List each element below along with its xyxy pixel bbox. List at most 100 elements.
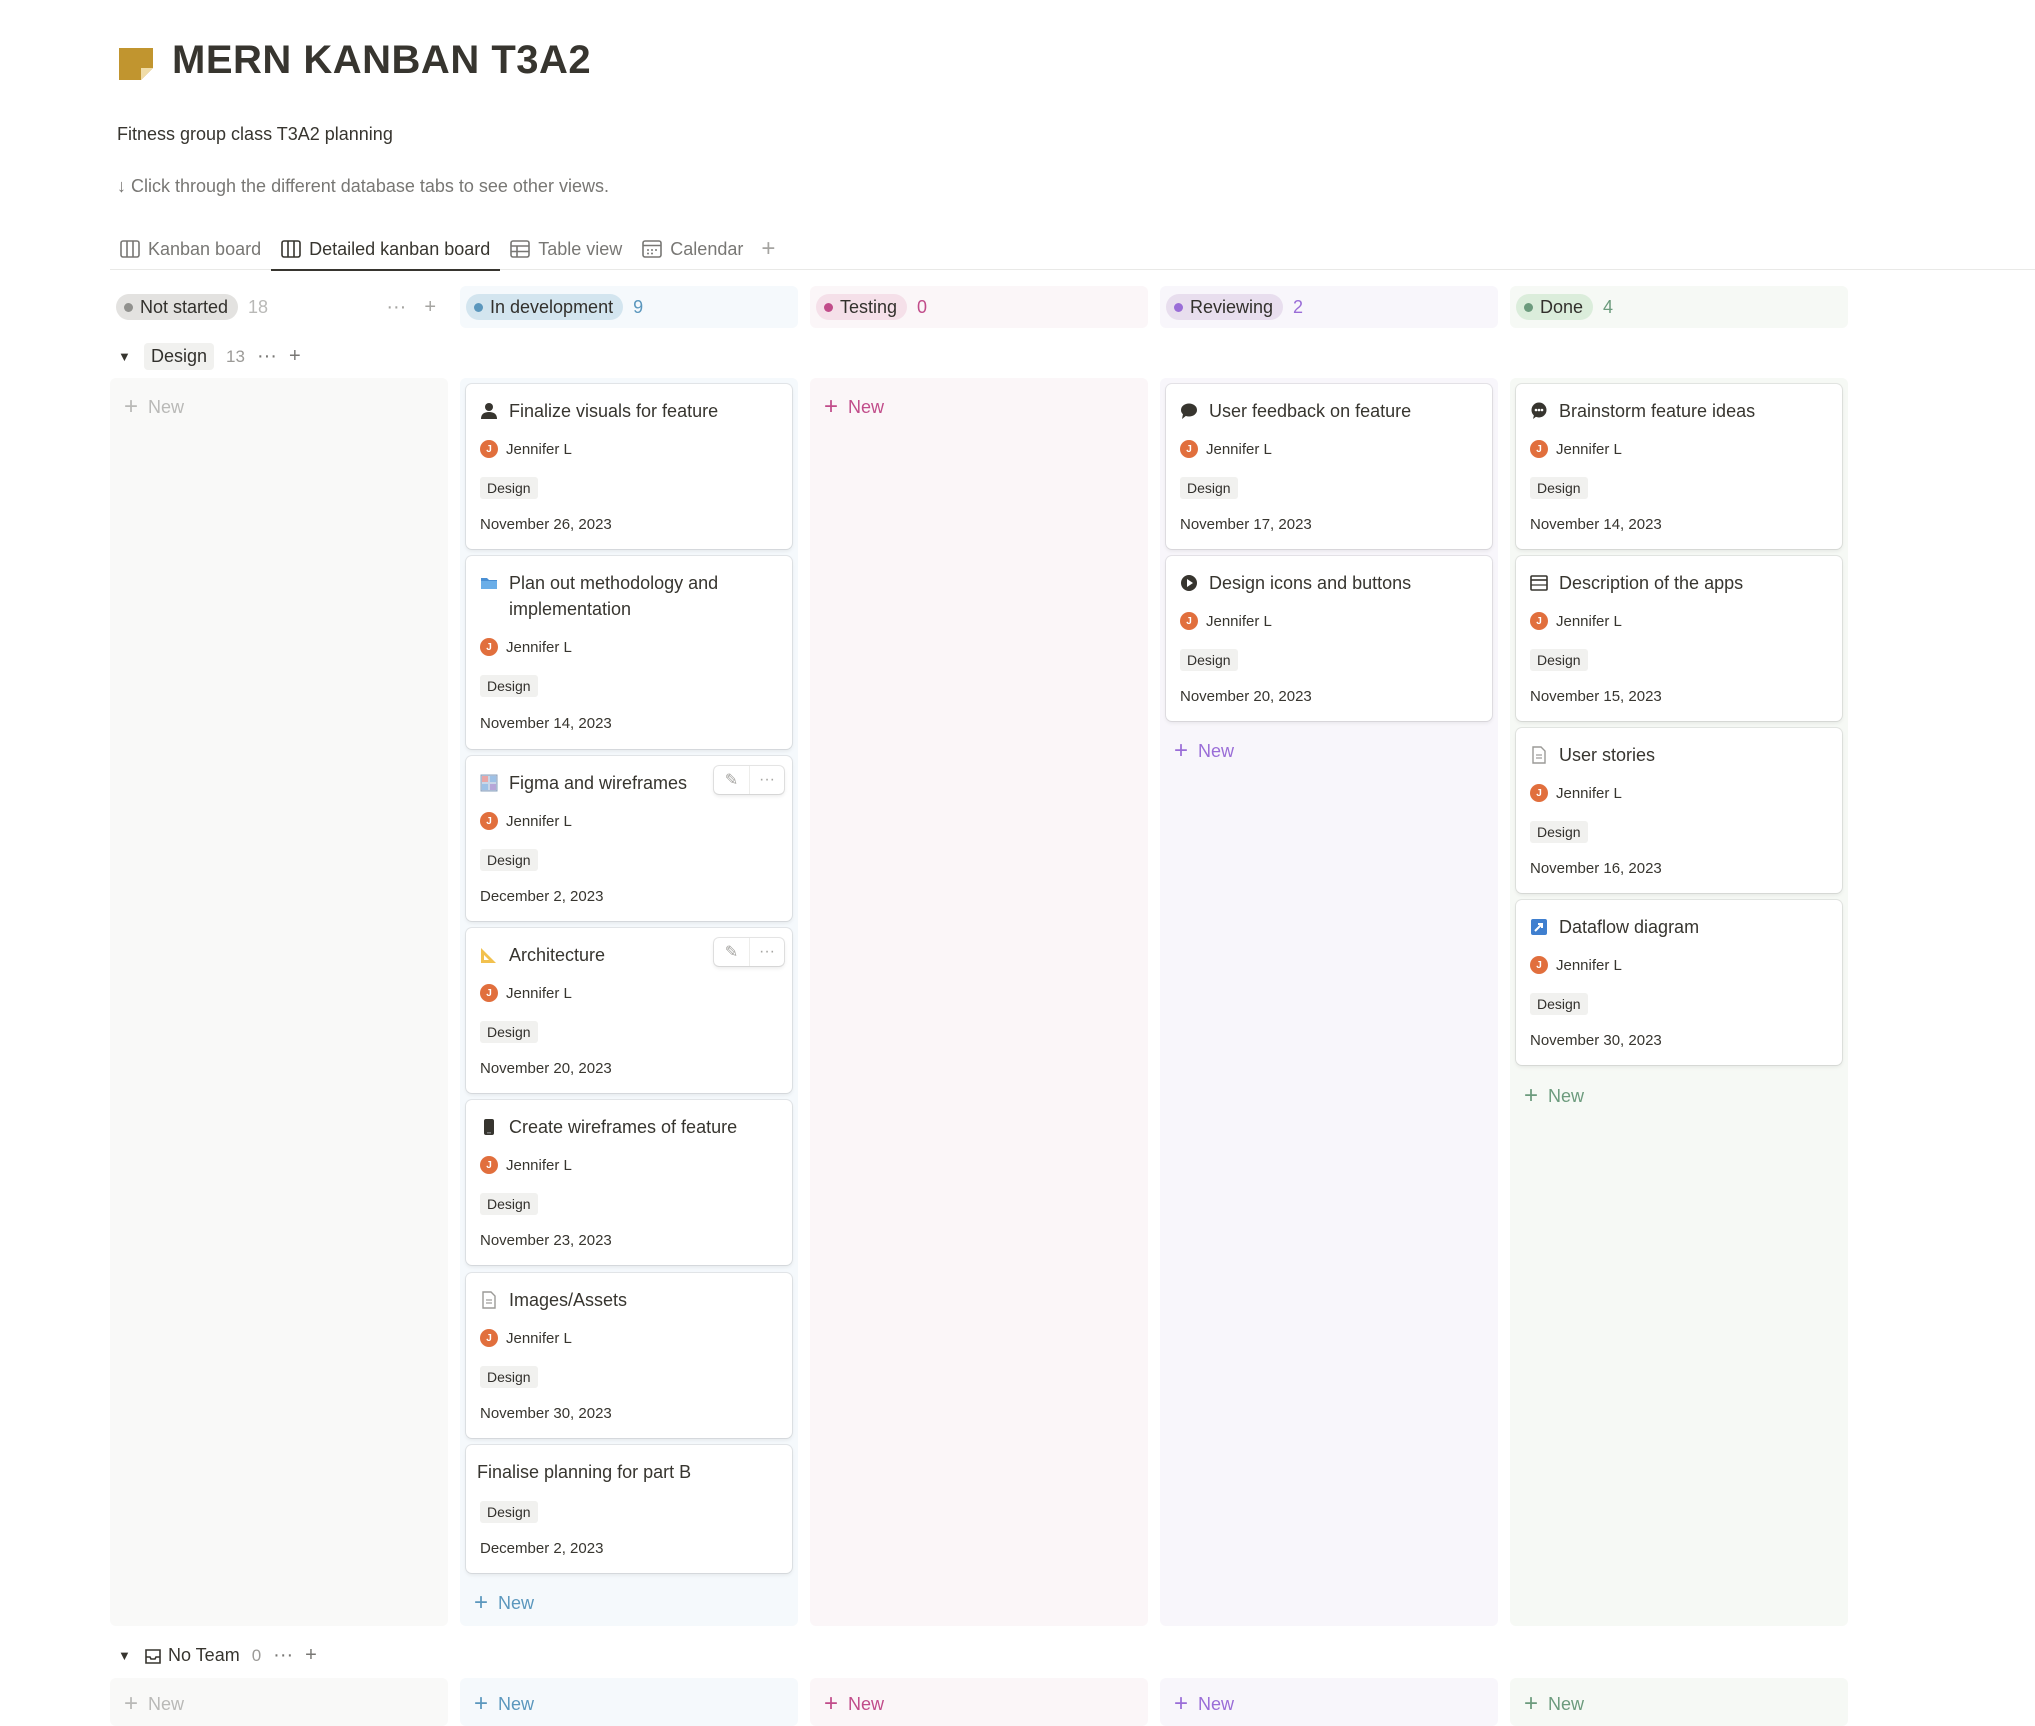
tab-calendar[interactable]: Calendar [632,228,753,270]
kanban-card[interactable]: Design icons and buttons J Jennifer L Des… [1166,556,1492,721]
tab-table-view[interactable]: Table view [500,228,632,270]
more-icon[interactable]: ··· [386,296,406,319]
assignee-name: Jennifer L [1206,440,1272,458]
assignee: J Jennifer L [1530,956,1622,974]
avatar: J [480,638,498,656]
new-card-button[interactable]: + New [1174,1690,1234,1718]
new-label: New [1198,1693,1235,1714]
more-icon[interactable]: ··· [257,345,277,368]
status-pill[interactable]: Not started [116,294,239,320]
new-label: New [848,396,885,417]
group-count: 0 [251,1645,262,1665]
new-card-button[interactable]: + New [1174,737,1234,765]
kanban-card[interactable]: Create wireframes of feature J Jennifer L… [466,1100,792,1265]
new-card-button[interactable]: + New [824,393,884,421]
assignee: J Jennifer L [1530,612,1622,630]
kanban-card[interactable]: User stories J Jennifer L Design November… [1516,728,1842,893]
kanban-card[interactable]: Description of the apps J Jennifer L Desi… [1516,556,1842,721]
add-icon[interactable]: + [424,296,436,319]
column-count: 9 [633,296,644,317]
kanban-card[interactable]: Dataflow diagram J Jennifer L Design Nove… [1516,900,1842,1065]
new-card-button[interactable]: + New [1524,1690,1584,1718]
board-icon [281,240,301,258]
status-pill[interactable]: Reviewing [1166,294,1284,320]
kanban-card[interactable]: Brainstorm feature ideas J Jennifer L Des… [1516,384,1842,549]
assignee-name: Jennifer L [1556,440,1622,458]
new-label: New [848,1693,885,1714]
tab-detailed-kanban-board[interactable]: Detailed kanban board [271,228,501,271]
avatar: J [1180,612,1198,630]
edit-icon[interactable]: ✎ [714,766,749,794]
sticky-note-icon [119,48,153,80]
card-title: User feedback on feature [1209,401,1412,421]
status-pill[interactable]: Testing [816,294,908,320]
assignee-name: Jennifer L [1556,612,1622,630]
column-header-not-started: Not started 18 ··· + [110,286,448,328]
plus-icon: + [824,1690,839,1717]
group-header-no-team: ▼ No Team 0 ··· + [118,1644,317,1667]
team-tag: Design [480,1366,538,1388]
tab-kanban-board[interactable]: Kanban board [110,228,271,270]
page-title: MERN KANBAN T3A2 [172,38,592,82]
status-label: Testing [840,296,898,317]
team-tag: Design [1530,477,1588,499]
calendar-icon [642,240,663,258]
new-label: New [1548,1693,1585,1714]
status-label: Reviewing [1190,296,1274,317]
avatar: J [480,1156,498,1174]
column-count: 4 [1603,296,1614,317]
new-label: New [148,396,185,417]
kanban-card[interactable]: Architecture ✎ ··· J Jennifer L Design Nov… [466,928,792,1093]
card-date: November 16, 2023 [1530,860,1662,877]
new-card-button[interactable]: + New [824,1690,884,1718]
more-icon[interactable]: ··· [273,1644,293,1667]
edit-icon[interactable]: ✎ [714,938,749,966]
assignee-name: Jennifer L [506,812,572,830]
status-label: Not started [140,296,229,317]
tab-label: Table view [538,238,623,259]
view-tabs: Kanban board Detailed kanban board Table… [110,228,2035,271]
group-count: 13 [226,346,245,366]
add-icon[interactable]: + [305,1644,317,1667]
kanban-card[interactable]: Figma and wireframes ✎ ··· J Jennifer L De… [466,756,792,921]
kanban-card[interactable]: Plan out methodology and implementation … [466,556,792,749]
caret-down-icon[interactable]: ▼ [118,349,132,364]
assignee: J Jennifer L [480,1156,572,1174]
kanban-card[interactable]: Images/Assets J Jennifer L Design Novembe… [466,1273,792,1438]
assignee: J Jennifer L [1530,440,1622,458]
kanban-card[interactable]: User feedback on feature J Jennifer L Des… [1166,384,1492,549]
caret-down-icon[interactable]: ▼ [118,1648,132,1663]
column-testing-body [810,378,1148,1626]
card-title: Description of the apps [1559,573,1744,593]
group-label[interactable]: Design [144,343,215,370]
add-icon[interactable]: + [289,345,301,368]
plus-icon: + [124,1690,139,1717]
team-tag: Design [480,1193,538,1215]
card-date: December 2, 2023 [480,1540,604,1557]
grid-image-icon [480,774,498,792]
new-card-button[interactable]: + New [1524,1082,1584,1110]
card-title: Create wireframes of feature [509,1117,738,1137]
group-label[interactable]: No Team [168,1645,240,1666]
new-card-button[interactable]: + New [474,1589,534,1617]
assignee: J Jennifer L [1530,784,1622,802]
status-pill[interactable]: In development [466,294,624,320]
add-view-button[interactable]: + [753,228,783,270]
status-pill[interactable]: Done [1516,294,1594,320]
team-tag: Design [480,477,538,499]
new-label: New [1548,1085,1585,1106]
kanban-card[interactable]: Finalise planning for part B Design Dece… [466,1445,792,1573]
new-card-button[interactable]: + New [124,1690,184,1718]
window-icon [1530,575,1548,591]
more-icon[interactable]: ··· [749,938,784,966]
more-icon[interactable]: ··· [749,766,784,794]
new-card-button[interactable]: + New [124,393,184,421]
tab-label: Kanban board [148,238,262,259]
kanban-card[interactable]: Finalize visuals for feature J Jennifer L… [466,384,792,549]
new-label: New [498,1693,535,1714]
new-card-button[interactable]: + New [474,1690,534,1718]
team-tag: Design [1530,993,1588,1015]
team-tag: Design [480,675,538,697]
mobile-phone-icon [484,1119,494,1135]
status-dot [124,302,133,312]
